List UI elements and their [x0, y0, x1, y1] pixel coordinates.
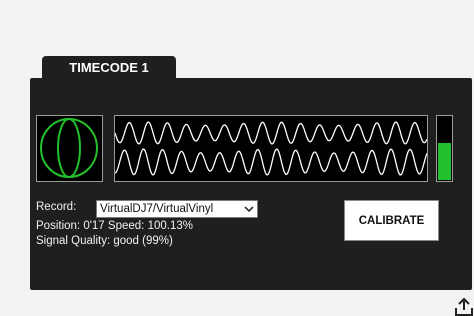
- speed-value: 100.13%: [147, 220, 193, 232]
- calibrate-label: CALIBRATE: [358, 214, 425, 227]
- waveform-line-1: [115, 121, 427, 145]
- speed-label: Speed:: [107, 220, 145, 232]
- timecode-info: Record: VirtualDJ7/VirtualVinyl Position…: [36, 200, 258, 249]
- signal-meter-fill: [438, 143, 451, 180]
- export-icon[interactable]: [453, 296, 474, 316]
- tab-timecode-1[interactable]: TIMECODE 1: [42, 56, 176, 79]
- tab-label: TIMECODE 1: [69, 60, 149, 75]
- phase-scope-icon: [40, 118, 98, 178]
- timecode-panel: Record: VirtualDJ7/VirtualVinyl Position…: [30, 78, 472, 290]
- signal-meter: [436, 115, 453, 182]
- signal-quality-value: good (99%): [113, 235, 173, 247]
- signal-quality-label: Signal Quality:: [36, 235, 111, 247]
- waveform-lines: [115, 121, 427, 176]
- calibrate-button[interactable]: CALIBRATE: [344, 200, 439, 241]
- record-label: Record:: [36, 201, 77, 213]
- position-label: Position:: [36, 220, 81, 232]
- record-select-value: VirtualDJ7/VirtualVinyl: [100, 203, 214, 215]
- position-value: 0'17: [83, 220, 105, 232]
- waveform-display: [114, 115, 428, 182]
- phase-scope: [36, 115, 103, 182]
- chevron-down-icon: [244, 206, 254, 213]
- waveform-line-2: [115, 148, 427, 176]
- record-select[interactable]: VirtualDJ7/VirtualVinyl: [96, 200, 258, 218]
